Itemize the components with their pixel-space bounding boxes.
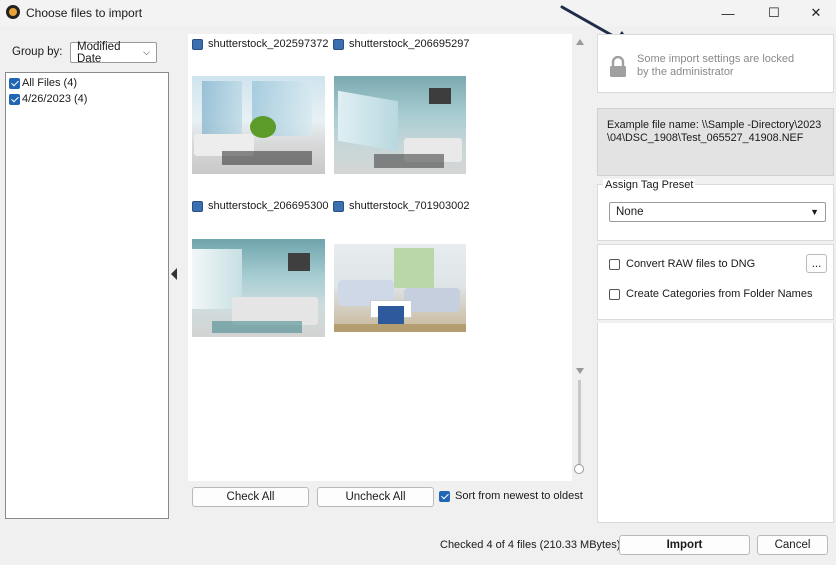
status-summary: Checked 4 of 4 files (210.33 MBytes) (440, 539, 621, 551)
file-item[interactable]: shutterstock_202597372 (192, 38, 328, 50)
group-by-value: Modified Date (77, 40, 121, 65)
scroll-down-icon[interactable] (576, 368, 584, 374)
example-filename-text: Example file name: \\Sample -Directory\2… (607, 119, 822, 144)
create-categories-option[interactable]: Create Categories from Folder Names (609, 288, 812, 300)
check-all-button[interactable]: Check All (192, 487, 309, 507)
tree-item-all-files[interactable]: All Files (4) (9, 77, 77, 89)
checkbox-checked-icon[interactable] (9, 93, 20, 105)
checkbox-checked-icon[interactable] (9, 77, 20, 89)
window-title: Choose files to import (26, 6, 143, 20)
collapse-panel-icon[interactable] (171, 268, 177, 280)
photo-thumbnail[interactable] (192, 239, 325, 337)
tag-preset-label: Assign Tag Preset (603, 179, 696, 191)
scrollbar-thumb[interactable] (578, 380, 581, 465)
photo-thumbnail[interactable] (334, 244, 466, 332)
close-button[interactable]: ✕ (794, 0, 836, 26)
thumbnail-gallery[interactable]: shutterstock_202597372 shutterstock_2066… (188, 34, 572, 481)
maximize-button[interactable]: ☐ (752, 0, 796, 26)
photo-thumbnail[interactable] (192, 76, 325, 174)
checkbox-unchecked-icon[interactable] (609, 288, 620, 300)
group-by-label: Group by: (12, 46, 63, 58)
cancel-button[interactable]: Cancel (757, 535, 828, 555)
lock-icon (610, 56, 626, 77)
tag-preset-value: None (616, 206, 644, 218)
uncheck-all-button[interactable]: Uncheck All (317, 487, 434, 507)
file-item[interactable]: shutterstock_701903002 (333, 200, 469, 212)
file-item[interactable]: shutterstock_206695300 (192, 200, 328, 212)
folder-tree[interactable]: All Files (4) 4/26/2023 (4) (5, 72, 169, 519)
app-logo-icon (6, 5, 20, 19)
file-select-checkbox[interactable] (192, 38, 203, 50)
file-select-checkbox[interactable] (333, 38, 344, 50)
locked-settings-text: Some import settings are locked by the a… (637, 53, 795, 78)
tree-item-date[interactable]: 4/26/2023 (4) (9, 93, 87, 105)
file-item[interactable]: shutterstock_206695297 (333, 38, 469, 50)
right-panel-empty-area (597, 323, 834, 523)
raw-settings-button[interactable]: ... (806, 254, 827, 273)
import-button[interactable]: Import (619, 535, 750, 555)
scroll-up-icon[interactable] (576, 39, 584, 45)
conversion-options-group (597, 244, 834, 320)
sort-newest-checkbox-row[interactable]: Sort from newest to oldest (439, 490, 583, 502)
convert-raw-option[interactable]: Convert RAW files to DNG (609, 258, 755, 270)
checkbox-unchecked-icon[interactable] (609, 258, 620, 270)
file-select-checkbox[interactable] (333, 200, 344, 212)
dropdown-arrow-icon: ▼ (810, 207, 819, 217)
tag-preset-select[interactable]: None ▼ (609, 202, 826, 222)
chevron-down-icon: ⌵ (143, 47, 150, 57)
minimize-button[interactable]: — (706, 0, 750, 26)
file-select-checkbox[interactable] (192, 200, 203, 212)
scroll-knob-icon[interactable] (574, 464, 584, 474)
photo-thumbnail[interactable] (334, 76, 466, 174)
checkbox-checked-icon[interactable] (439, 490, 450, 502)
group-by-select[interactable]: Modified Date ⌵ (70, 40, 157, 65)
